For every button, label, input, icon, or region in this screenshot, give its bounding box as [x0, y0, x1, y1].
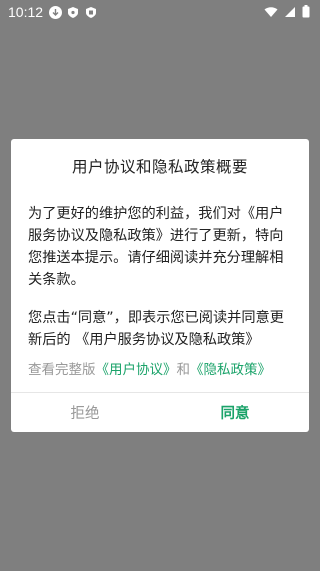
agree-button[interactable]: 同意: [161, 393, 309, 432]
links-prefix: 查看完整版: [28, 362, 96, 378]
status-time: 10:12: [8, 4, 44, 20]
status-bar: 10:12: [0, 0, 320, 24]
wifi-icon: [264, 6, 278, 22]
privacy-dialog: 用户协议和隐私政策概要 为了更好的维护您的利益，我们对《用户服务协议及隐私政策》…: [11, 139, 309, 432]
dialog-paragraph-consent-notice: 您点击“同意”，即表示您已阅读并同意更新后的 《用户服务协议及隐私政策》: [28, 310, 284, 348]
download-icon: [48, 5, 62, 19]
dialog-body: 为了更好的维护您的利益，我们对《用户服务协议及隐私政策》进行了更新，特向您推送本…: [28, 203, 292, 367]
privacy-policy-link[interactable]: 《隐私政策》: [190, 362, 271, 378]
shield-check-icon: [84, 5, 98, 19]
status-right-group: [264, 5, 310, 22]
links-and: 和: [176, 362, 191, 378]
user-agreement-link[interactable]: 《用户协议》: [96, 362, 177, 378]
dialog-title: 用户协议和隐私政策概要: [71, 158, 248, 176]
dialog-paragraph-update-notice: 为了更好的维护您的利益，我们对《用户服务协议及隐私政策》进行了更新，特向您推送本…: [28, 206, 284, 288]
shield-icon: [66, 5, 80, 19]
full-version-links: 查看完整版《用户协议》和《隐私政策》: [28, 358, 292, 378]
battery-icon: [302, 5, 310, 22]
screen: 10:12 用户协议和隐私政策概要 为了更好的维护您的利益，我们对《用户服务协议…: [0, 0, 320, 571]
reject-button[interactable]: 拒绝: [11, 393, 159, 432]
signal-icon: [284, 6, 296, 22]
